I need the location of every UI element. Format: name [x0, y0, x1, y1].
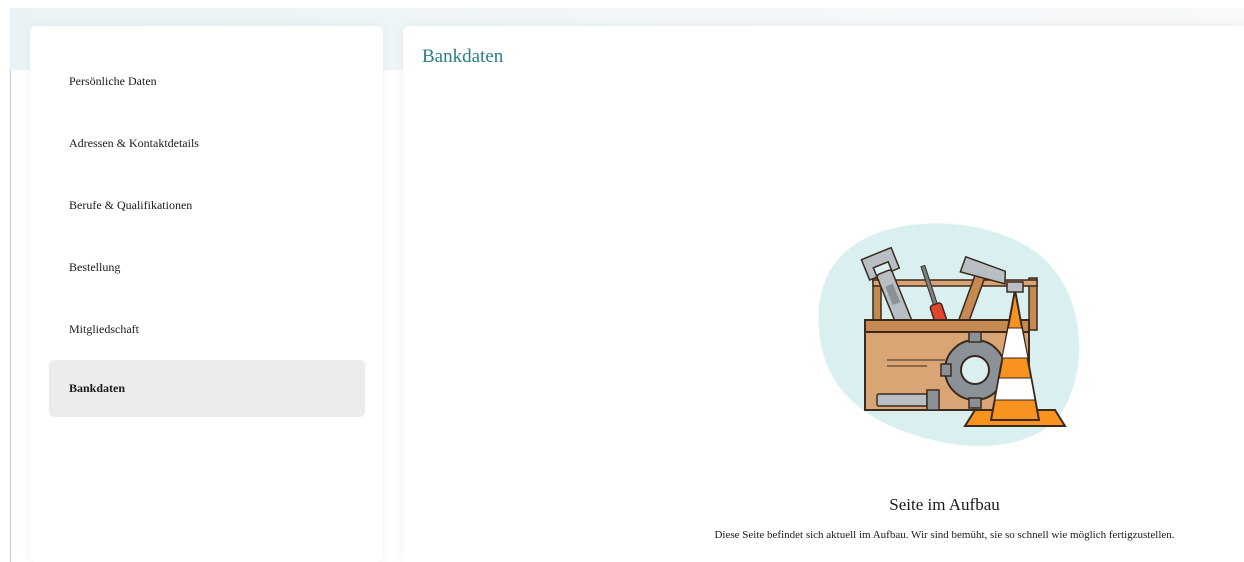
sidebar-item-label: Adressen & Kontaktdetails: [69, 136, 199, 150]
sidebar-item-mitgliedschaft[interactable]: Mitgliedschaft: [49, 301, 365, 358]
sidebar-item-bestellung[interactable]: Bestellung: [49, 239, 365, 296]
sidebar-item-label: Mitgliedschaft: [69, 322, 139, 336]
construction-message: Diese Seite befindet sich aktuell im Auf…: [714, 529, 1175, 541]
sidebar-item-label: Persönliche Daten: [69, 74, 157, 88]
construction-heading: Seite im Aufbau: [889, 495, 1000, 514]
sidebar-item-label: Bankdaten: [69, 381, 126, 395]
sidebar-item-adressen-kontaktdetails[interactable]: Adressen & Kontaktdetails: [49, 115, 365, 172]
left-divider: [10, 70, 11, 562]
sidebar-item-label: Bestellung: [69, 260, 121, 274]
sidebar-item-bankdaten[interactable]: Bankdaten: [49, 360, 365, 417]
sidebar: Persönliche Daten Adressen & Kontaktdeta…: [30, 26, 383, 562]
sidebar-item-label: Berufe & Qualifikationen: [69, 198, 193, 212]
main-panel: Bankdaten Seite im Aufbau Diese Seite be…: [403, 26, 1244, 562]
sidebar-item-persoenliche-daten[interactable]: Persönliche Daten: [49, 53, 365, 110]
sidebar-item-berufe-qualifikationen[interactable]: Berufe & Qualifikationen: [49, 177, 365, 234]
